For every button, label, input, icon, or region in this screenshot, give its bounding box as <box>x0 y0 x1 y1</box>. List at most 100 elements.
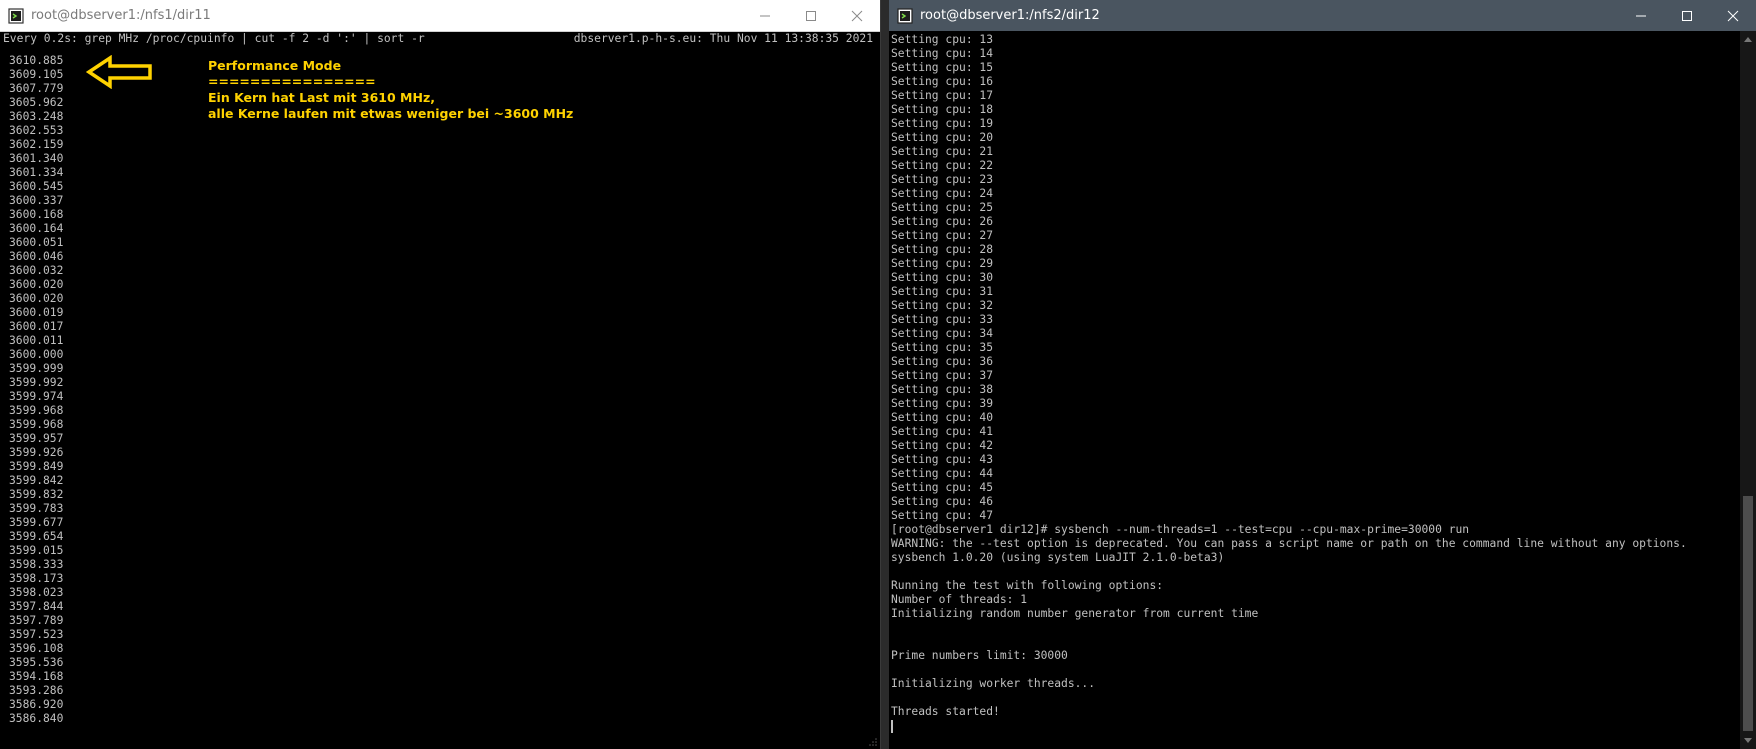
cpu-mhz-value: 3599.999 <box>9 362 64 375</box>
close-button[interactable] <box>834 0 880 31</box>
annotation-line-2: alle Kerne laufen mit etwas weniger bei … <box>208 106 574 121</box>
cpu-mhz-value: 3600.000 <box>9 348 64 361</box>
minimize-button[interactable] <box>1618 0 1664 31</box>
terminal-line: Number of threads: 1 <box>891 593 1028 606</box>
close-button[interactable] <box>1710 0 1756 31</box>
left-arrow-icon <box>86 55 152 89</box>
cpu-mhz-value: 3599.832 <box>9 488 64 501</box>
terminal-line: Setting cpu: 38 <box>891 383 994 396</box>
cpu-mhz-value: 3599.957 <box>9 432 64 445</box>
cpu-mhz-value: 3595.536 <box>9 656 64 669</box>
minimize-icon <box>760 15 770 16</box>
terminal-line: Setting cpu: 19 <box>891 117 994 130</box>
scrollbar-thumb[interactable] <box>1743 496 1753 731</box>
left-terminal-output[interactable]: Every 0.2s: grep MHz /proc/cpuinfo | cut… <box>0 31 880 749</box>
right-titlebar[interactable]: root@dbserver1:/nfs2/dir12 <box>889 0 1756 31</box>
terminal-line: Setting cpu: 44 <box>891 467 994 480</box>
terminal-line: Setting cpu: 36 <box>891 355 994 368</box>
right-terminal-window[interactable]: root@dbserver1:/nfs2/dir12 Setting cpu: … <box>889 0 1756 749</box>
terminal-line: Setting cpu: 39 <box>891 397 994 410</box>
cpu-mhz-list: 3610.885 3609.105 3607.779 3605.962 3603.248… <box>3 54 877 726</box>
annotation: Performance Mode ================ Ein Ke… <box>208 58 573 122</box>
terminal-line: Setting cpu: 40 <box>891 411 994 424</box>
terminal-line: Setting cpu: 22 <box>891 159 994 172</box>
cpu-mhz-value: 3594.168 <box>9 670 64 683</box>
maximize-button[interactable] <box>1664 0 1710 31</box>
terminal-lines: Setting cpu: 13 Setting cpu: 14 Setting cp… <box>891 33 1754 733</box>
right-terminal-output[interactable]: Setting cpu: 13 Setting cpu: 14 Setting cp… <box>889 31 1756 749</box>
cpu-mhz-value: 3600.020 <box>9 278 64 291</box>
cpu-mhz-value: 3593.286 <box>9 684 64 697</box>
cpu-mhz-value: 3586.840 <box>9 712 64 725</box>
cpu-mhz-value: 3596.108 <box>9 642 64 655</box>
cpu-mhz-value: 3601.340 <box>9 152 64 165</box>
terminal-line: Setting cpu: 27 <box>891 229 994 242</box>
terminal-line: sysbench 1.0.20 (using system LuaJIT 2.1… <box>891 551 1225 564</box>
cpu-mhz-value: 3597.844 <box>9 600 64 613</box>
cpu-mhz-value: 3599.842 <box>9 474 64 487</box>
terminal-line: Setting cpu: 23 <box>891 173 994 186</box>
maximize-button[interactable] <box>788 0 834 31</box>
cpu-mhz-value: 3599.677 <box>9 516 64 529</box>
resize-grip-icon[interactable] <box>868 737 878 747</box>
maximize-icon <box>1682 10 1692 21</box>
left-titlebar[interactable]: root@dbserver1:/nfs1/dir11 <box>0 0 880 32</box>
cpu-mhz-value: 3586.920 <box>9 698 64 711</box>
terminal-line: Setting cpu: 24 <box>891 187 994 200</box>
terminal-line: Setting cpu: 21 <box>891 145 994 158</box>
scroll-up-icon[interactable] <box>1740 31 1756 47</box>
minimize-button[interactable] <box>742 0 788 31</box>
cpu-mhz-value: 3600.032 <box>9 264 64 277</box>
terminal-line: Setting cpu: 17 <box>891 89 994 102</box>
cpu-mhz-value: 3598.173 <box>9 572 64 585</box>
cpu-mhz-value: 3600.011 <box>9 334 64 347</box>
terminal-line: Setting cpu: 45 <box>891 481 994 494</box>
terminal-line: Setting cpu: 46 <box>891 495 994 508</box>
terminal-line: Initializing worker threads... <box>891 677 1096 690</box>
terminal-line: Setting cpu: 16 <box>891 75 994 88</box>
minimize-icon <box>1636 15 1646 16</box>
terminal-line: Setting cpu: 29 <box>891 257 994 270</box>
terminal-line: Setting cpu: 20 <box>891 131 994 144</box>
terminal-line: WARNING: the --test option is deprecated… <box>891 537 1687 550</box>
annotation-underline: ================ <box>208 74 376 89</box>
cpu-mhz-value: 3600.168 <box>9 208 64 221</box>
terminal-line: Setting cpu: 15 <box>891 61 994 74</box>
cpu-mhz-value: 3599.992 <box>9 376 64 389</box>
cpu-mhz-value: 3602.159 <box>9 138 64 151</box>
terminal-line: Threads started! <box>891 705 1000 718</box>
cpu-mhz-value: 3602.553 <box>9 124 64 137</box>
terminal-icon <box>8 7 24 24</box>
terminal-icon <box>897 7 913 24</box>
cpu-mhz-value: 3599.968 <box>9 418 64 431</box>
terminal-line: Setting cpu: 32 <box>891 299 994 312</box>
terminal-line: Setting cpu: 30 <box>891 271 994 284</box>
terminal-line: Setting cpu: 26 <box>891 215 994 228</box>
close-icon <box>1727 10 1739 21</box>
terminal-line: Setting cpu: 35 <box>891 341 994 354</box>
cpu-mhz-value: 3599.654 <box>9 530 64 543</box>
cpu-mhz-value: 3600.020 <box>9 292 64 305</box>
cpu-mhz-value: 3599.926 <box>9 446 64 459</box>
terminal-line: Setting cpu: 42 <box>891 439 994 452</box>
left-window-title: root@dbserver1:/nfs1/dir11 <box>31 8 211 23</box>
cpu-mhz-value: 3600.019 <box>9 306 64 319</box>
left-terminal-window[interactable]: root@dbserver1:/nfs1/dir11 Every 0.2s: g… <box>0 0 881 749</box>
annotation-title: Performance Mode <box>208 58 342 73</box>
scroll-down-icon[interactable] <box>1740 733 1756 749</box>
cpu-mhz-value: 3597.523 <box>9 628 64 641</box>
vertical-scrollbar[interactable] <box>1740 31 1756 749</box>
terminal-line <box>891 719 1754 733</box>
cpu-mhz-value: 3600.337 <box>9 194 64 207</box>
watch-host-time: dbserver1.p-h-s.eu: Thu Nov 11 13:38:35 … <box>573 32 873 45</box>
cpu-mhz-value: 3599.968 <box>9 404 64 417</box>
terminal-line: Setting cpu: 33 <box>891 313 994 326</box>
cpu-mhz-value: 3599.849 <box>9 460 64 473</box>
cpu-mhz-value: 3600.545 <box>9 180 64 193</box>
terminal-line: Setting cpu: 43 <box>891 453 994 466</box>
cpu-mhz-value: 3597.789 <box>9 614 64 627</box>
